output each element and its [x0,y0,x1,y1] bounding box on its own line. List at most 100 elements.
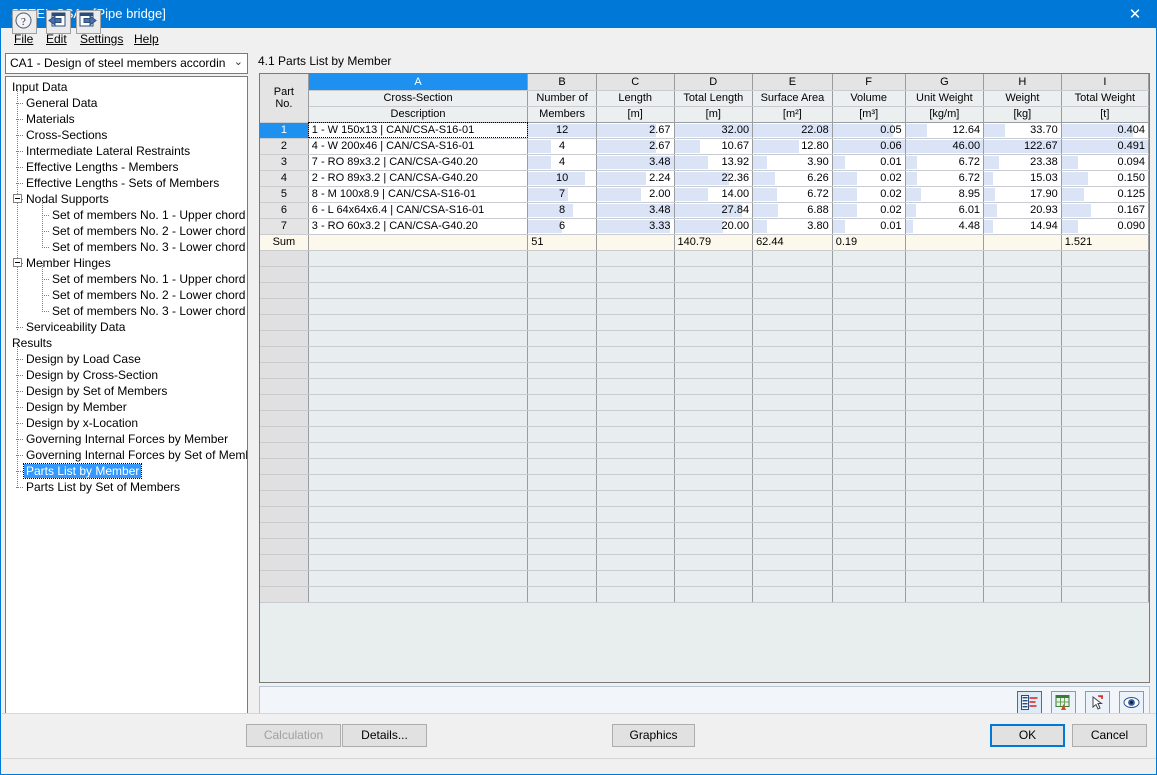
close-icon[interactable]: ✕ [1112,1,1156,28]
column-letter-h[interactable]: H [983,74,1062,91]
sidebar-item-member-hinges[interactable]: Member Hinges [24,255,113,271]
cell-unit-weight[interactable]: 46.00 [905,138,985,155]
table-row[interactable]: 73 - RO 60x3.2 | CAN/CSA-G40.20 6 3.33 20.0… [260,218,1149,235]
cell-weight[interactable]: 122.67 [983,138,1062,155]
sidebar-item-intermediate-lateral-restraints[interactable]: Intermediate Lateral Restraints [24,143,192,159]
sidebar-item-nodal-supports[interactable]: Nodal Supports [24,191,111,207]
sidebar-item-set-of-members-no-2-lower-chord-1[interactable]: Set of members No. 2 - Lower chord 1 [50,223,247,239]
cell-description[interactable]: 3 - RO 60x3.2 | CAN/CSA-G40.20 [308,218,529,235]
sidebar-item-set-of-members-no-3-lower-chord-2[interactable]: Set of members No. 3 - Lower chord 2 [50,239,247,255]
sidebar-item-governing-internal-forces-by-member[interactable]: Governing Internal Forces by Member [24,431,230,447]
view-eye-icon[interactable] [1119,691,1144,715]
next-arrow-icon[interactable] [76,10,101,34]
sidebar-item-serviceability-data[interactable]: Serviceability Data [24,319,127,335]
cell-members[interactable]: 6 [527,218,597,235]
sidebar-item-design-by-x-location[interactable]: Design by x-Location [24,415,140,431]
cell-total-length[interactable]: 14.00 [674,186,754,203]
sidebar-item-governing-internal-forces-by-set-of-members[interactable]: Governing Internal Forces by Set of Memb… [24,447,247,463]
column-letter-a[interactable]: A [308,74,529,91]
sidebar-item-design-by-cross-section[interactable]: Design by Cross-Section [24,367,160,383]
cell-members[interactable]: 12 [527,122,597,139]
navigator-tree[interactable]: Input Data General Data Materials Cross-Sec… [5,76,248,739]
calculation-button[interactable]: Calculation [246,724,341,747]
cell-volume[interactable]: 0.02 [832,186,906,203]
table-row[interactable]: 11 - W 150x13 | CAN/CSA-S16-01 12 2.67 32.0… [260,122,1149,139]
graphics-button[interactable]: Graphics [612,724,695,747]
cell-weight[interactable]: 15.03 [983,170,1062,187]
cell-volume[interactable]: 0.06 [832,138,906,155]
cell-total-weight[interactable]: 0.491 [1061,138,1149,155]
design-case-combo[interactable]: CA1 - Design of steel members according … [5,53,248,74]
cell-unit-weight[interactable]: 4.48 [905,218,985,235]
ok-button[interactable]: OK [990,724,1065,747]
table-row[interactable]: 66 - L 64x64x6.4 | CAN/CSA-S16-01 8 3.48 27… [260,202,1149,219]
cell-total-weight[interactable]: 0.404 [1061,122,1149,139]
cell-weight[interactable]: 14.94 [983,218,1062,235]
cell-total-length[interactable]: 13.92 [674,154,754,171]
sidebar-item-design-by-set-of-members[interactable]: Design by Set of Members [24,383,169,399]
column-letter-g[interactable]: G [905,74,985,91]
cell-total-length[interactable]: 10.67 [674,138,754,155]
cell-description[interactable]: 1 - W 150x13 | CAN/CSA-S16-01 [308,122,529,139]
cell-weight[interactable]: 33.70 [983,122,1062,139]
cell-members[interactable]: 4 [527,138,597,155]
help-question-icon[interactable]: ? [12,10,37,34]
cell-length[interactable]: 3.48 [596,202,675,219]
cell-total-weight[interactable]: 0.125 [1061,186,1149,203]
cell-total-weight[interactable]: 0.150 [1061,170,1149,187]
cell-members[interactable]: 10 [527,170,597,187]
sidebar-item-input-data[interactable]: Input Data [10,79,69,95]
sidebar-item-set-of-members-no-2-lower-chord-1[interactable]: Set of members No. 2 - Lower chord 1 [50,287,247,303]
cell-volume[interactable]: 0.02 [832,202,906,219]
cell-description[interactable]: 7 - RO 89x3.2 | CAN/CSA-G40.20 [308,154,529,171]
column-letter-b[interactable]: B [527,74,597,91]
column-letter-e[interactable]: E [752,74,833,91]
row-header-number[interactable]: 1 [260,122,309,139]
sidebar-item-effective-lengths-sets-of-members[interactable]: Effective Lengths - Sets of Members [24,175,221,191]
cell-total-length[interactable]: 22.36 [674,170,754,187]
cell-length[interactable]: 3.48 [596,154,675,171]
sidebar-item-cross-sections[interactable]: Cross-Sections [24,127,109,143]
cell-surface-area[interactable]: 6.88 [752,202,833,219]
menu-help[interactable]: Help [129,31,164,47]
cell-surface-area[interactable]: 3.90 [752,154,833,171]
cell-members[interactable]: 8 [527,202,597,219]
cell-unit-weight[interactable]: 12.64 [905,122,985,139]
cell-weight[interactable]: 23.38 [983,154,1062,171]
report-list-icon[interactable] [1017,691,1042,715]
cell-total-weight[interactable]: 0.090 [1061,218,1149,235]
cancel-button[interactable]: Cancel [1072,724,1147,747]
cell-weight[interactable]: 17.90 [983,186,1062,203]
sidebar-item-materials[interactable]: Materials [24,111,77,127]
row-header-number[interactable]: 6 [260,202,309,219]
cell-total-length[interactable]: 20.00 [674,218,754,235]
table-row[interactable]: 37 - RO 89x3.2 | CAN/CSA-G40.20 4 3.48 13.9… [260,154,1149,171]
cell-volume[interactable]: 0.01 [832,218,906,235]
cell-members[interactable]: 4 [527,154,597,171]
cell-description[interactable]: 2 - RO 89x3.2 | CAN/CSA-G40.20 [308,170,529,187]
row-header-number[interactable]: 7 [260,218,309,235]
row-header-number[interactable]: 5 [260,186,309,203]
sidebar-item-effective-lengths-members[interactable]: Effective Lengths - Members [24,159,181,175]
cell-description[interactable]: 6 - L 64x64x6.4 | CAN/CSA-S16-01 [308,202,529,219]
cell-total-length[interactable]: 32.00 [674,122,754,139]
sidebar-item-general-data[interactable]: General Data [24,95,99,111]
select-pin-icon[interactable] [1085,691,1110,715]
sidebar-item-set-of-members-no-1-upper-chord[interactable]: Set of members No. 1 - Upper chord [50,271,247,287]
cell-surface-area[interactable]: 12.80 [752,138,833,155]
sidebar-item-design-by-member[interactable]: Design by Member [24,399,129,415]
cell-length[interactable]: 2.24 [596,170,675,187]
column-letter-i[interactable]: I [1061,74,1149,91]
row-header-number[interactable]: 3 [260,154,309,171]
sidebar-item-results[interactable]: Results [10,335,54,351]
tree-collapse-icon[interactable] [13,258,22,267]
cell-unit-weight[interactable]: 6.72 [905,154,985,171]
sidebar-item-parts-list-by-set-of-members[interactable]: Parts List by Set of Members [24,479,182,495]
cell-surface-area[interactable]: 6.72 [752,186,833,203]
cell-unit-weight[interactable]: 6.72 [905,170,985,187]
cell-length[interactable]: 2.67 [596,138,675,155]
cell-description[interactable]: 4 - W 200x46 | CAN/CSA-S16-01 [308,138,529,155]
sidebar-item-design-by-load-case[interactable]: Design by Load Case [24,351,143,367]
cell-length[interactable]: 3.33 [596,218,675,235]
column-letter-d[interactable]: D [674,74,754,91]
